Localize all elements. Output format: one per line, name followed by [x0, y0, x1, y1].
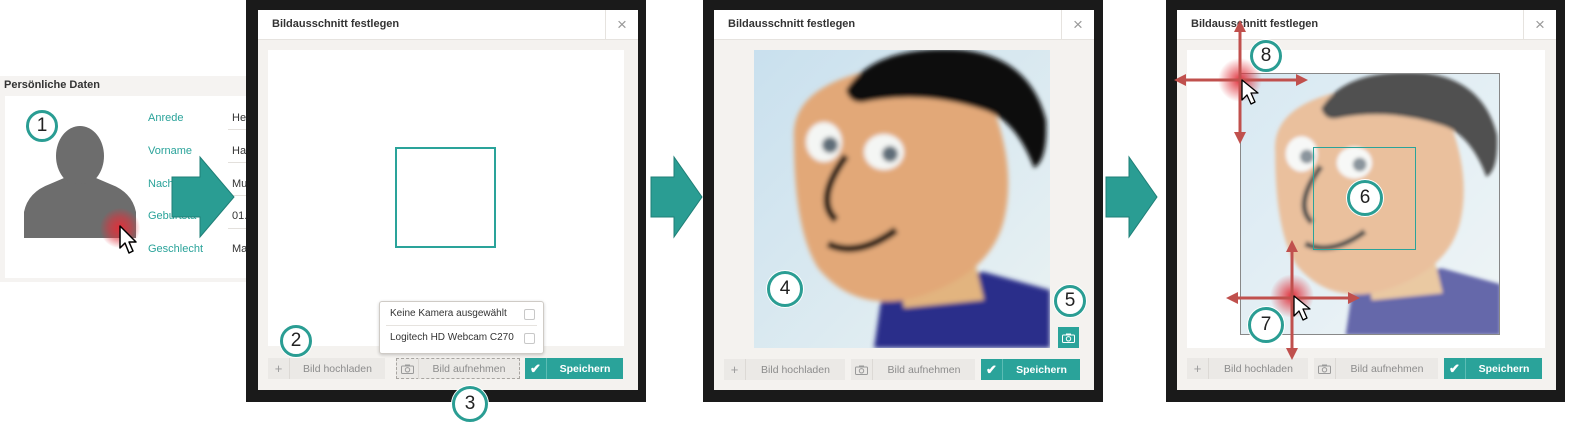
camera-icon: [851, 359, 873, 380]
upload-button[interactable]: + Bild hochladen: [724, 359, 845, 380]
crop-dialog-1: Bildausschnitt festlegen × + Bild hochla…: [258, 10, 638, 390]
take-photo-button[interactable]: [1058, 327, 1079, 348]
field-value-geschlecht[interactable]: Ma: [232, 243, 247, 255]
close-icon[interactable]: ×: [1523, 10, 1556, 39]
camera-option-none[interactable]: Keine Kamera ausgewählt: [380, 302, 543, 325]
move-arrows-icon: [1226, 240, 1360, 360]
checkbox-icon[interactable]: [524, 333, 535, 344]
camera-option-none-label: Keine Kamera ausgewählt: [390, 308, 507, 319]
field-value-anrede[interactable]: He: [232, 112, 246, 124]
save-button[interactable]: ✔ Speichern: [981, 359, 1080, 380]
dialog-title: Bildausschnitt festlegen: [728, 18, 856, 30]
upload-button-label: Bild hochladen: [303, 362, 372, 375]
flow-arrow-icon: [1105, 155, 1158, 239]
save-button-label: Speichern: [1478, 362, 1530, 375]
camera-icon: [1062, 333, 1075, 343]
upload-button-label: Bild hochladen: [761, 363, 830, 376]
camera-icon: [397, 358, 419, 379]
flow-arrow-icon: [650, 155, 703, 239]
save-button-label: Speichern: [559, 362, 611, 375]
camera-option-logitech-label: Logitech HD Webcam C270: [390, 332, 514, 343]
webcam-photo[interactable]: [754, 50, 1050, 348]
step-badge-3: 3: [452, 386, 488, 422]
step-badge-2: 2: [280, 325, 312, 357]
dialog-header: Bildausschnitt festlegen ×: [258, 10, 638, 40]
upload-button[interactable]: + Bild hochladen: [268, 358, 385, 379]
plus-icon: +: [724, 359, 746, 380]
dialog-header: Bildausschnitt festlegen ×: [714, 10, 1094, 40]
cursor-icon: [119, 225, 137, 254]
personal-data-title: Persönliche Daten: [4, 79, 100, 91]
check-icon: ✔: [1444, 358, 1466, 379]
field-label-geschlecht: Geschlecht: [148, 243, 204, 255]
plus-icon: +: [268, 358, 290, 379]
upload-button-label: Bild hochladen: [1224, 362, 1293, 375]
capture-button-label: Bild aufnehmen: [432, 362, 506, 375]
divider: [228, 129, 246, 130]
crop-frame[interactable]: [395, 147, 496, 248]
close-icon[interactable]: ×: [605, 10, 638, 39]
save-button-label: Speichern: [1016, 363, 1067, 376]
capture-button-label: Bild aufnehmen: [887, 363, 961, 376]
flow-arrow-icon: [171, 155, 235, 239]
save-button[interactable]: ✔ Speichern: [1444, 358, 1542, 379]
step-badge-5: 5: [1054, 285, 1086, 317]
field-label-anrede: Anrede: [148, 112, 184, 124]
close-icon[interactable]: ×: [1061, 10, 1094, 39]
checkbox-icon[interactable]: [524, 309, 535, 320]
step-badge-4: 4: [767, 271, 803, 307]
camera-menu: Keine Kamera ausgewählt Logitech HD Webc…: [379, 301, 544, 354]
crop-dialog-2: Bildausschnitt festlegen × + Bild hochla…: [714, 10, 1094, 390]
step-badge-8: 8: [1250, 40, 1282, 72]
capture-button[interactable]: Bild aufnehmen: [851, 359, 975, 380]
step-badge-7: 7: [1248, 307, 1284, 343]
resize-arrows-icon: [1174, 20, 1308, 144]
plus-icon: +: [1187, 358, 1209, 379]
check-icon: ✔: [525, 358, 547, 379]
step-badge-6: 6: [1347, 180, 1383, 216]
save-button[interactable]: ✔ Speichern: [525, 358, 623, 379]
step-badge-1: 1: [26, 110, 58, 142]
dialog-title: Bildausschnitt festlegen: [272, 18, 400, 30]
check-icon: ✔: [981, 359, 1003, 380]
capture-button-label: Bild aufnehmen: [1350, 362, 1424, 375]
capture-button[interactable]: Bild aufnehmen: [396, 358, 520, 379]
camera-option-logitech[interactable]: Logitech HD Webcam C270: [380, 326, 543, 349]
